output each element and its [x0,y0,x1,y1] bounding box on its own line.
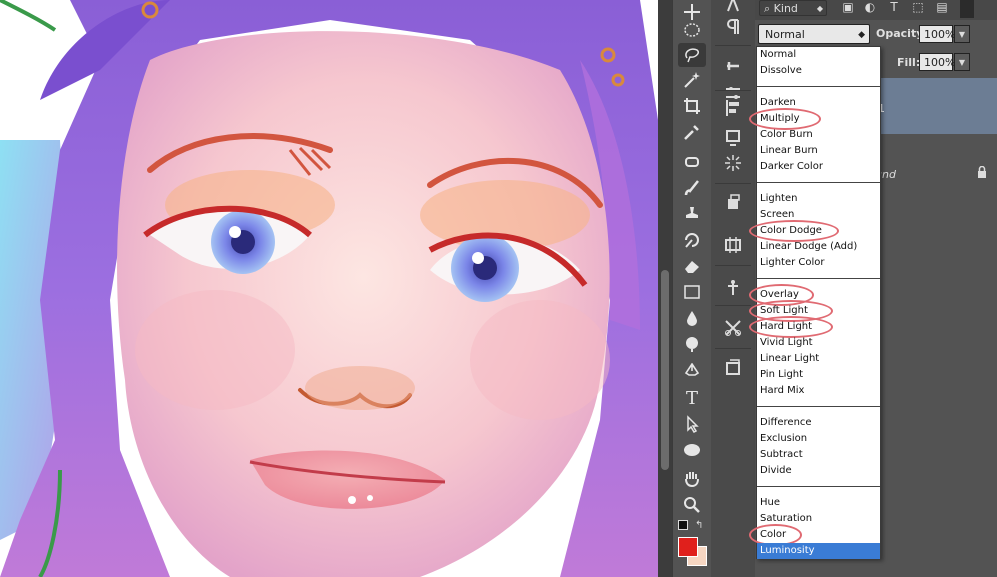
properties-panel-icon[interactable] [719,275,747,301]
filter-smart-objects-icon[interactable]: ▤ [935,0,949,14]
blend-mode-option[interactable]: Subtract [757,447,880,463]
blend-mode-option[interactable]: Exclusion [757,431,880,447]
eyedropper-tool-icon[interactable] [678,120,706,144]
search-icon: ⌕ [764,2,771,15]
fill-label: Fill: [897,56,921,69]
adjustments-panel-icon[interactable] [719,315,747,341]
lasso-tool-icon[interactable] [678,43,706,67]
panel-dock [711,0,756,577]
filter-toggle-switch[interactable] [960,0,974,18]
blend-mode-option[interactable]: Normal [757,47,880,63]
blend-mode-menu: Normal Dissolve Darken Multiply Color Burn Li… [749,46,881,559]
layer-row-selected[interactable]: 1 [875,78,997,134]
magic-wand-tool-icon[interactable] [678,68,706,92]
layer-filter-kind-select[interactable]: ⌕ Kind ◆ [759,0,827,16]
blend-mode-select[interactable]: Normal ◆ [758,24,870,44]
hand-tool-icon[interactable] [678,466,706,490]
menu-divider [757,182,880,183]
chevron-updown-icon: ◆ [858,30,865,40]
gradient-tool-icon[interactable] [678,280,706,304]
blend-mode-option[interactable]: Linear Dodge (Add) [757,239,880,255]
swap-colors-icon[interactable]: ↰ [695,520,703,531]
opacity-dropdown-arrow[interactable]: ▼ [954,25,970,43]
history-panel-icon[interactable] [719,355,747,381]
menu-divider [757,406,880,407]
scrollbar-thumb[interactable] [661,270,669,470]
blend-mode-option[interactable]: Color Burn [757,127,880,143]
brush-presets-panel-icon[interactable] [719,53,747,79]
blend-mode-option[interactable]: Luminosity [757,543,880,559]
pen-tool-icon[interactable] [678,360,706,384]
path-selection-tool-icon[interactable] [678,412,706,436]
blend-mode-option[interactable]: Lighten [757,191,880,207]
layer-filter-bar: ⌕ Kind ◆ ▣ ◐ T ⬚ ▤ [755,0,997,20]
blend-mode-option[interactable]: Hue [757,495,880,511]
blend-mode-option[interactable]: Darker Color [757,159,880,175]
type-tool-icon[interactable]: T [678,386,706,410]
paragraph-panel-icon[interactable] [719,14,747,40]
ellipse-tool-icon[interactable] [678,438,706,462]
history-brush-tool-icon[interactable] [678,228,706,252]
align-panel-icon[interactable] [719,95,747,121]
dodge-tool-icon[interactable] [678,332,706,356]
menu-divider [757,86,880,87]
actions-panel-icon[interactable] [719,190,747,216]
blend-mode-option[interactable]: Difference [757,415,880,431]
opacity-field[interactable]: 100% [919,25,955,43]
document-canvas[interactable] [0,0,658,577]
blend-mode-option[interactable]: Linear Burn [757,143,880,159]
elliptical-marquee-tool-icon[interactable] [678,18,706,42]
menu-divider [757,486,880,487]
blend-mode-option[interactable]: Pin Light [757,367,880,383]
fill-dropdown-arrow[interactable]: ▼ [954,53,970,71]
blend-mode-option[interactable]: Vivid Light [757,335,880,351]
spot-healing-tool-icon[interactable] [678,150,706,174]
blend-mode-option[interactable]: Dissolve [757,63,880,79]
foreground-color-swatch[interactable] [678,537,698,557]
filter-type-layers-icon[interactable]: T [887,0,901,14]
blur-tool-icon[interactable] [678,306,706,330]
brush-tool-icon[interactable] [678,176,706,200]
crop-tool-icon[interactable] [678,94,706,118]
blend-mode-option[interactable]: Lighter Color [757,255,880,271]
canvas-vertical-scrollbar[interactable] [658,0,672,577]
blend-mode-option[interactable]: Divide [757,463,880,479]
filter-adjustment-layers-icon[interactable]: ◐ [863,0,877,14]
chevron-updown-icon: ◆ [816,4,823,13]
info-panel-icon[interactable] [719,125,747,151]
default-colors-icon[interactable] [678,520,688,530]
tools-panel: T ↰ [672,0,712,577]
zoom-tool-icon[interactable] [678,493,706,517]
lock-icon [978,166,986,178]
menu-divider [757,278,880,279]
eraser-tool-icon[interactable] [678,254,706,278]
clone-stamp-tool-icon[interactable] [678,202,706,226]
portrait-artwork [0,0,658,577]
light-source-icon[interactable] [719,150,747,176]
filter-pixel-layers-icon[interactable]: ▣ [841,0,855,14]
layer-row-background[interactable]: und [875,158,997,188]
filter-shape-layers-icon[interactable]: ⬚ [911,0,925,14]
timeline-panel-icon[interactable] [719,232,747,258]
blend-mode-option[interactable]: Linear Light [757,351,880,367]
fill-field[interactable]: 100% [919,53,955,71]
blend-mode-option[interactable]: Hard Mix [757,383,880,399]
